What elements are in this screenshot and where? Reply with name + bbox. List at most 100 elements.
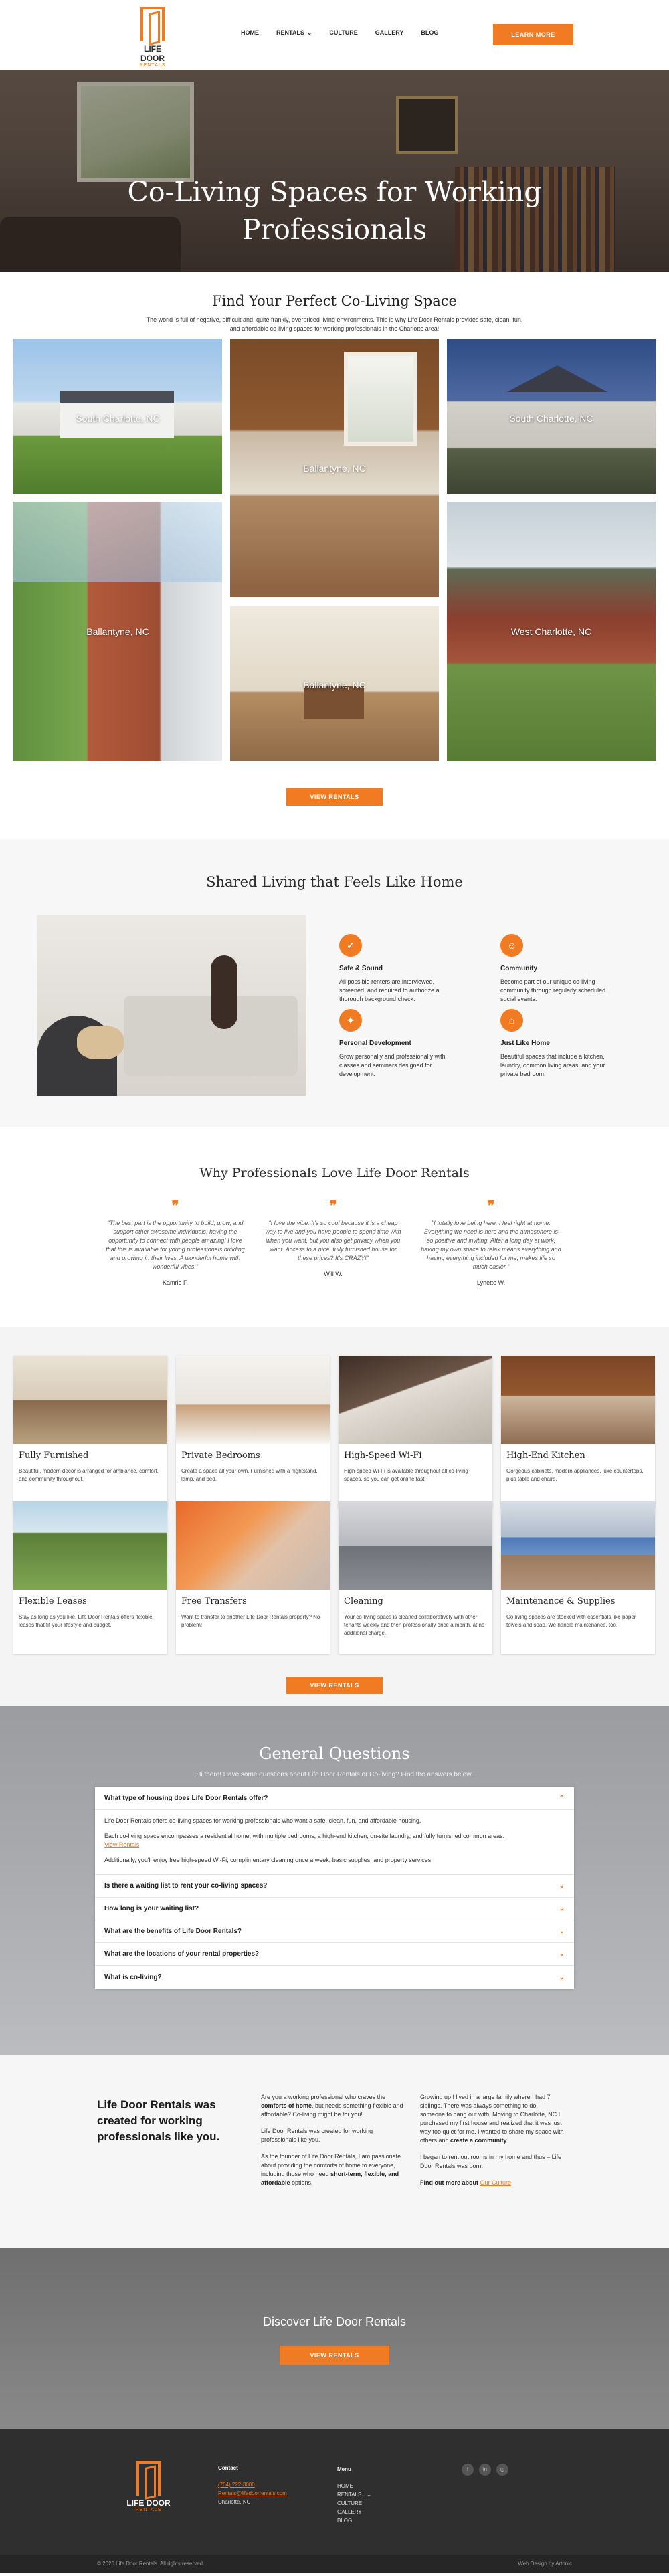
faq-question[interactable]: What are the locations of your rental pr… [95, 1943, 574, 1966]
growth-icon: ✦ [339, 1009, 362, 1032]
view-rentals-button[interactable]: VIEW RENTALS [280, 2346, 389, 2365]
faq-question[interactable]: What is co-living? ⌄ [95, 1966, 574, 1989]
rental-tile[interactable]: West Charlotte, NC [447, 502, 656, 761]
amenity-text: Stay as long as you like. Life Door Rent… [19, 1614, 153, 1628]
view-rentals-button[interactable]: VIEW RENTALS [286, 788, 383, 806]
amenity-title: Free Transfers [181, 1596, 247, 1606]
about-p1: Are you a working professional who crave… [261, 2093, 405, 2119]
chevron-up-icon: ⌃ [559, 1795, 565, 1802]
amenity-title: Flexible Leases [19, 1596, 87, 1606]
chevron-down-icon: ⌄ [559, 1928, 565, 1935]
nav-gallery[interactable]: GALLERY [375, 29, 404, 37]
learn-more-button[interactable]: LEARN MORE [493, 24, 573, 45]
faq-question-label: What are the locations of your rental pr… [104, 1950, 260, 1958]
feature-safe-sound: ✓ Safe & Sound All possible renters are … [339, 934, 460, 1004]
amenity-title: Cleaning [344, 1596, 383, 1606]
quote-icon: ❞ [487, 1199, 495, 1214]
rental-tile[interactable]: Ballantyne, NC [13, 502, 222, 761]
about-column-right: Growing up I lived in a large family whe… [420, 2093, 564, 2195]
feature-title: Safe & Sound [339, 965, 383, 972]
amenity-image [501, 1356, 655, 1444]
faq-answer-p2-text: Each co-living space encompasses a resid… [104, 1833, 505, 1839]
door-logo-icon [136, 2461, 161, 2496]
check-icon: ✓ [339, 934, 362, 957]
faq-question[interactable]: Is there a waiting list to rent your co-… [95, 1875, 574, 1898]
footer-menu-rentals[interactable]: RENTALS ⌄ [337, 2490, 371, 2499]
faq-question-label: How long is your waiting list? [104, 1905, 199, 1912]
amenity-title: Maintenance & Supplies [506, 1596, 615, 1606]
view-rentals-link[interactable]: View Rentals [104, 1841, 139, 1848]
amenity-title: High-Speed Wi-Fi [344, 1451, 422, 1461]
rental-tile-label: Ballantyne, NC [303, 462, 366, 474]
faq-question[interactable]: What are the benefits of Life Door Renta… [95, 1920, 574, 1943]
nav-culture[interactable]: CULTURE [329, 29, 357, 37]
faq-question-label: Is there a waiting list to rent your co-… [104, 1882, 268, 1890]
faq-question-open[interactable]: What type of housing does Life Door Rent… [95, 1787, 574, 1810]
footer-logo-subtitle: RENTALS [135, 2508, 162, 2512]
chevron-down-icon: ⌄ [367, 2492, 372, 2498]
amenity-text: Want to transfer to another Life Door Re… [181, 1614, 320, 1628]
rental-gallery: South Charlotte, NC Ballantyne, NC South… [0, 339, 669, 786]
faq-question-label: What is co-living? [104, 1973, 162, 1981]
rental-tile[interactable]: Ballantyne, NC [230, 339, 439, 597]
feature-text: All possible renters are interviewed, sc… [339, 978, 440, 1002]
amenity-card: Fully Furnished Beautiful, modern décor … [13, 1356, 167, 1508]
amenity-card: Free Transfers Want to transfer to anoth… [176, 1501, 330, 1654]
rental-tile-label: South Charlotte, NC [509, 413, 593, 424]
footer-bottom-bar: © 2020 Life Door Rentals. All rights res… [0, 2555, 669, 2573]
nav-blog[interactable]: BLOG [421, 29, 438, 37]
our-culture-link[interactable]: Our Culture [480, 2179, 512, 2186]
chevron-down-icon: ⌄ [559, 1950, 565, 1958]
discover-title: Discover Life Door Rentals [262, 2315, 407, 2328]
home-icon: ⌂ [500, 1009, 523, 1032]
about-p5: I began to rent out rooms in my home and… [420, 2154, 562, 2169]
feature-title: Community [500, 965, 537, 972]
instagram-icon[interactable]: ◎ [496, 2464, 508, 2476]
amenity-card: Cleaning Your co-living space is cleaned… [339, 1501, 492, 1654]
copyright-text: © 2020 Life Door Rentals. All rights res… [97, 2561, 205, 2567]
amenity-text: Create a space all your own. Furnished w… [181, 1468, 318, 1482]
feature-text: Grow personally and professionally with … [339, 1053, 446, 1077]
about-p3: As the founder of Life Door Rentals, I a… [261, 2152, 405, 2187]
footer-logo[interactable]: LIFE DOOR RENTALS [122, 2461, 175, 2512]
design-credit[interactable]: Web Design by Artonic [518, 2561, 572, 2567]
footer-contact: Contact (704) 222-3000 Rentals@lifedoorr… [218, 2464, 287, 2506]
amenities-section: Fully Furnished Beautiful, modern décor … [0, 1327, 669, 1706]
about-p4: Growing up I lived in a large family whe… [420, 2093, 564, 2145]
find-title: Find Your Perfect Co-Living Space [212, 293, 457, 309]
find-section: Find Your Perfect Co-Living Space The wo… [0, 272, 669, 806]
chevron-down-icon: ⌄ [559, 1973, 565, 1981]
faq-question-label: What are the benefits of Life Door Renta… [104, 1928, 242, 1935]
logo[interactable]: LIFE DOOR RENTALS [131, 7, 174, 68]
nav-rentals[interactable]: RENTALS ⌄ [276, 29, 312, 37]
hero-title-line1: Co-Living Spaces for Working [127, 176, 542, 208]
amenity-card: Private Bedrooms Create a space all your… [176, 1356, 330, 1508]
facebook-icon[interactable]: f [462, 2464, 474, 2476]
view-rentals-button[interactable]: VIEW RENTALS [286, 1677, 383, 1694]
rental-tile[interactable]: South Charlotte, NC [447, 339, 656, 494]
about-text: options. [290, 2179, 313, 2186]
footer-menu-blog[interactable]: BLOG [337, 2516, 371, 2525]
testimonial-text: "The best part is the opportunity to bui… [106, 1220, 245, 1270]
nav-home[interactable]: HOME [241, 29, 259, 37]
faq-question[interactable]: How long is your waiting list? ⌄ [95, 1898, 574, 1920]
footer-menu-home[interactable]: HOME [337, 2482, 371, 2490]
rental-tile-label: Ballantyne, NC [303, 680, 366, 691]
amenity-card: Maintenance & Supplies Co-living spaces … [501, 1501, 655, 1654]
faq-answer-p2: Each co-living space encompasses a resid… [104, 1832, 565, 1849]
footer-menu-culture[interactable]: CULTURE [337, 2499, 371, 2508]
about-text: Are you a working professional who crave… [261, 2094, 386, 2100]
main-nav: HOME RENTALS ⌄ CULTURE GALLERY BLOG [241, 29, 456, 37]
footer-phone-link[interactable]: (704) 222-3000 [218, 2480, 287, 2489]
linkedin-icon[interactable]: in [479, 2464, 491, 2476]
amenity-text: Gorgeous cabinets, modern appliances, lu… [506, 1468, 644, 1482]
footer-menu-gallery[interactable]: GALLERY [337, 2508, 371, 2516]
rental-tile[interactable]: South Charlotte, NC [13, 339, 222, 494]
about-column-left: Are you a working professional who crave… [261, 2093, 405, 2195]
faq-intro: Hi there! Have some questions about Life… [196, 1771, 473, 1778]
site-header: LIFE DOOR RENTALS HOME RENTALS ⌄ CULTURE … [0, 0, 669, 70]
footer-email-link[interactable]: Rentals@lifedoorrentals.com [218, 2489, 287, 2498]
amenity-image [13, 1501, 167, 1590]
amenity-text: Co-living spaces are stocked with essent… [506, 1614, 636, 1628]
rental-tile[interactable]: Ballantyne, NC [230, 606, 439, 761]
